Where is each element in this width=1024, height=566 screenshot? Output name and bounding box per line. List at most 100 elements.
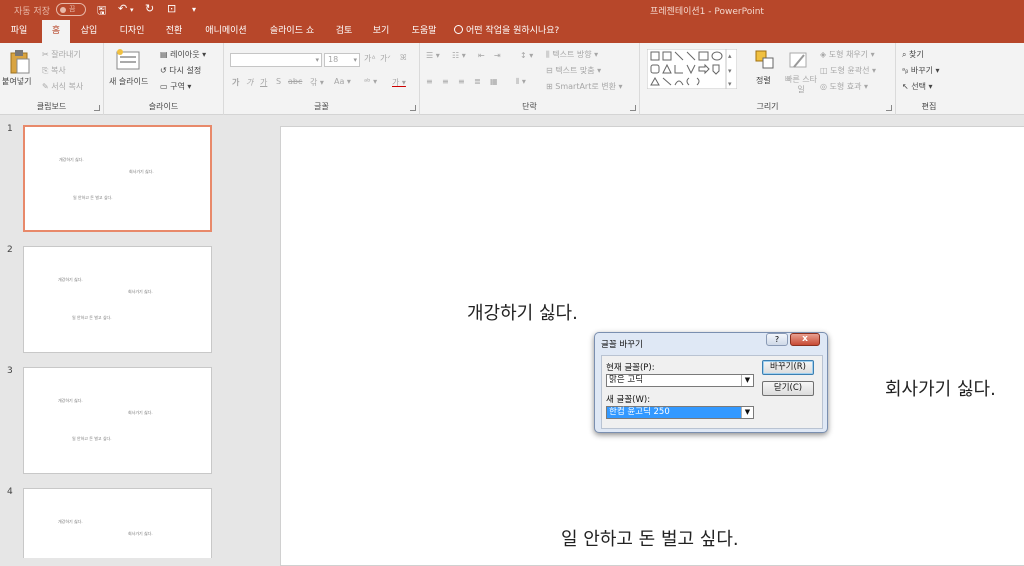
thumb-text: 개강하기 싫다. [58,398,83,403]
line-spacing-icon[interactable]: ↕ ▾ [520,51,533,60]
tab-help[interactable]: 도움말 [404,20,444,43]
quick-styles-button[interactable]: 빠른 스타일 [783,75,819,95]
slide-thumbnail-2[interactable]: 개강하기 싫다. 회사가기 싫다. 일 안하고 돈 벌고 싶다. [23,246,212,353]
slide-text-box[interactable]: 개강하기 싫다. [467,299,578,325]
decrease-indent-icon[interactable]: ⇤ [478,51,485,60]
tab-animations[interactable]: 애니메이션 [198,20,254,43]
font-color-icon[interactable]: 가 ▾ [392,77,406,88]
align-left-icon[interactable]: ≡ [426,77,433,86]
slide-text-box[interactable]: 회사가기 싫다. [885,375,996,401]
close-button[interactable]: 닫기(C) [762,381,814,396]
clear-format-icon[interactable]: ꕤ [400,53,407,63]
shape-fill-button[interactable]: ◈ 도형 채우기 ▾ [820,49,875,60]
save-icon[interactable]: 🖫 [97,2,106,21]
customize-toolbar-icon[interactable]: ▾ [192,5,196,14]
arrange-icon[interactable] [754,49,776,71]
new-slide-button[interactable]: 새 슬라이드 [109,76,148,87]
replace-button[interactable]: 바꾸기(R) [762,360,814,375]
clipboard-launcher-icon[interactable] [94,105,100,111]
copy-button[interactable]: ⎘ 복사 [42,65,66,76]
paragraph-group-label: 단락 [522,102,537,111]
chevron-down-icon[interactable]: ▼ [741,407,753,418]
help-icon[interactable]: ? [766,333,788,346]
tab-slideshow[interactable]: 슬라이드 쇼 [262,20,322,43]
text-direction-button[interactable]: ⫼ 텍스트 방향 ▾ [546,49,598,60]
thumb-text: 개강하기 싫다. [58,277,83,282]
shape-effects-button[interactable]: ◎ 도형 효과 ▾ [820,81,868,92]
window-title: 프레젠테이션1 - PowerPoint [650,7,764,17]
paste-icon[interactable] [9,49,31,75]
align-right-icon[interactable]: ≡ [458,77,465,86]
shrink-font-icon[interactable]: 가ᐟ [380,53,391,64]
increase-indent-icon[interactable]: ⇥ [494,51,501,60]
layout-button[interactable]: ▤ 레이아웃 ▾ [160,49,206,60]
current-font-label: 현재 글꼴(P): [606,363,655,373]
arrange-button[interactable]: 정렬 [756,75,771,86]
autosave-toggle[interactable]: 끔 [56,3,86,16]
shapes-gallery[interactable]: ▴ ▾ ▾ [647,49,737,89]
char-spacing-icon[interactable]: 갂 ▾ [310,77,324,88]
drawing-group-label: 그리기 [756,102,779,111]
format-painter-label: 서식 복사 [51,82,84,91]
format-painter-button[interactable]: ✎ 서식 복사 [42,81,83,92]
bold-icon[interactable]: 가 [232,77,239,88]
tab-insert[interactable]: 삽입 [74,20,104,43]
numbering-icon[interactable]: ☷ ▾ [452,51,466,60]
smartart-button[interactable]: ⊞ SmartArt로 변환 ▾ [546,81,623,92]
shape-outline-button[interactable]: ◫ 도형 윤곽선 ▾ [820,65,876,76]
cut-button[interactable]: ✂ 잘라내기 [42,49,81,60]
underline-icon[interactable]: 가 [260,77,267,88]
grow-font-icon[interactable]: 가ᐞ [364,53,376,64]
align-center-icon[interactable]: ≡ [442,77,449,86]
highlight-icon[interactable]: ᵃᵇ ▾ [364,77,377,86]
change-case-icon[interactable]: Aa ▾ [334,77,351,86]
find-button[interactable]: ⌕ 찾기 [902,49,924,60]
tab-view[interactable]: 보기 [366,20,396,43]
smartart-label: SmartArt로 변환 [555,82,616,91]
columns-icon[interactable]: ⫴ ▾ [516,77,526,87]
close-icon[interactable]: x [790,333,820,346]
font-size-combo[interactable]: 18 [324,53,360,67]
redo-icon[interactable]: ↻ [145,2,154,15]
thumb-text: 일 안하고 돈 벌고 싶다. [72,436,112,441]
select-button[interactable]: ↖ 선택 ▾ [902,81,933,92]
font-group-label: 글꼴 [314,102,329,111]
italic-icon[interactable]: 가 [246,77,253,88]
slide-number: 1 [7,124,13,134]
tab-home[interactable]: 홈 [42,20,70,43]
new-font-select[interactable]: 한컴 윤고딕 250 ▼ [606,406,754,419]
undo-icon[interactable]: ↶ [118,2,127,15]
new-slide-icon[interactable] [116,49,142,71]
current-font-value: 맑은 고딕 [609,375,643,385]
distribute-icon[interactable]: ▦ [490,77,498,86]
tab-file[interactable]: 파일 [4,20,34,43]
strikethrough-icon[interactable]: abc [288,77,302,86]
slides-group: 새 슬라이드 ▤ 레이아웃 ▾ ↺ 다시 설정 ▭ 구역 ▾ 슬라이드 [104,43,224,115]
slide-thumbnail-1[interactable]: 개강하기 싫다. 회사가기 싫다. 일 안하고 돈 벌고 싶다. [23,125,212,232]
reset-button[interactable]: ↺ 다시 설정 [160,65,201,76]
paragraph-launcher-icon[interactable] [630,105,636,111]
quick-styles-icon[interactable] [788,49,810,71]
slide-thumbnail-pane[interactable]: 1 개강하기 싫다. 회사가기 싫다. 일 안하고 돈 벌고 싶다. 2 개강하… [0,116,228,558]
slide-thumbnail-4[interactable]: 개강하기 싫다. 회사가기 싫다. [23,488,212,558]
tab-design[interactable]: 디자인 [112,20,152,43]
slide-thumbnail-3[interactable]: 개강하기 싫다. 회사가기 싫다. 일 안하고 돈 벌고 싶다. [23,367,212,474]
shadow-icon[interactable]: S [276,77,281,86]
replace-button[interactable]: ᵃᵦ 바꾸기 ▾ [902,65,940,76]
font-name-combo[interactable] [230,53,322,67]
justify-icon[interactable]: ≣ [474,77,481,86]
bullets-icon[interactable]: ☰ ▾ [426,51,440,60]
chevron-down-icon[interactable]: ▼ [741,375,753,386]
paste-button[interactable]: 붙여넣기 [2,76,31,87]
section-button[interactable]: ▭ 구역 ▾ [160,81,191,92]
start-slideshow-icon[interactable]: ⊡ [167,2,176,15]
tell-me-search[interactable]: 어떤 작업을 원하시나요? [454,20,579,43]
tab-review[interactable]: 검토 [330,20,358,43]
font-launcher-icon[interactable] [410,105,416,111]
align-text-button[interactable]: ⊟ 텍스트 맞춤 ▾ [546,65,601,76]
current-font-select[interactable]: 맑은 고딕 ▼ [606,374,754,387]
drawing-launcher-icon[interactable] [886,105,892,111]
tab-transitions[interactable]: 전환 [158,20,190,43]
slide-text-box[interactable]: 일 안하고 돈 벌고 싶다. [561,525,739,551]
undo-dropdown-icon[interactable]: ▾ [130,6,134,14]
